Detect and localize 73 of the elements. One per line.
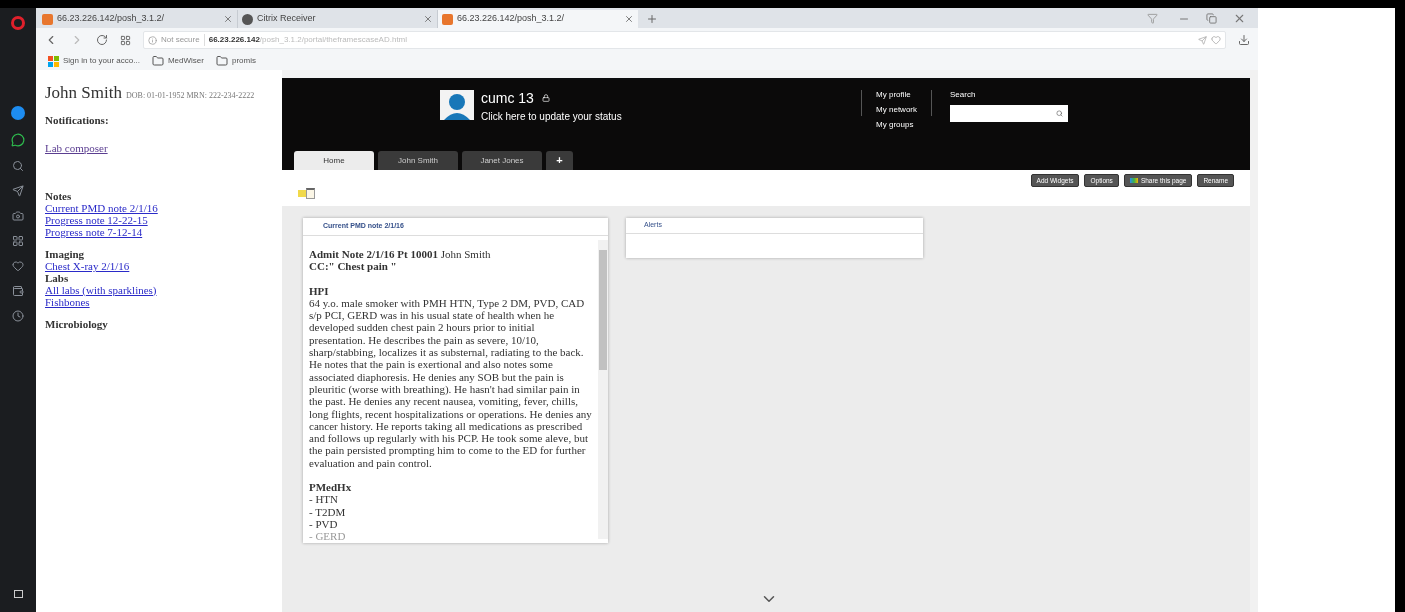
hpi-heading: HPI [309, 284, 330, 297]
windows-icon [48, 55, 59, 67]
download-icon[interactable] [1238, 34, 1250, 46]
tab-title: Citrix Receiver [257, 12, 317, 26]
record-link[interactable]: Current PMD note 2/1/16 [45, 202, 273, 214]
patient-details: DOB: 01-01-1952 MRN: 222-234-2222 [126, 90, 255, 102]
grid-icon[interactable] [120, 34, 131, 46]
admit-heading: Admit Note 2/1/16 Pt 10001 John Smith [309, 248, 492, 261]
avatar-placeholder-icon [440, 90, 474, 120]
share-icon [1129, 178, 1138, 183]
camera-icon[interactable] [12, 210, 24, 222]
search-label: Search [950, 90, 977, 99]
portal-tab[interactable]: John Smith [378, 151, 458, 170]
tab-title: 66.23.226.142/posh_3.1.2/ [457, 12, 566, 26]
history-item: - PVD [309, 517, 339, 531]
search-field[interactable] [950, 105, 1068, 122]
scrollbar[interactable] [598, 240, 608, 539]
portal-tab[interactable]: Home [294, 151, 374, 170]
folder-icon [215, 55, 228, 67]
calendar-icon[interactable] [306, 188, 315, 199]
heart-icon[interactable] [12, 260, 24, 272]
search-icon[interactable] [12, 160, 24, 172]
browser-tab[interactable]: 66.23.226.142/posh_3.1.2/ [438, 10, 638, 28]
folder-icon [151, 55, 164, 67]
history-item: - T2DM [309, 505, 347, 518]
section-heading: Notes [45, 190, 73, 202]
sidebar-toggle-icon[interactable] [13, 590, 23, 598]
notifications-heading: Notifications: [45, 112, 110, 128]
reload-icon[interactable] [96, 34, 108, 46]
user-name: cumc 13 [481, 90, 534, 106]
history-icon[interactable] [12, 310, 24, 322]
grid-icon[interactable] [12, 235, 24, 247]
lock-icon [541, 94, 550, 102]
close-icon[interactable] [624, 14, 634, 24]
site-icon [442, 13, 453, 25]
nav-link[interactable]: My groups [876, 117, 917, 132]
bookmark[interactable]: MedWiser [151, 55, 204, 67]
tab-title: 66.23.226.142/posh_3.1.2/ [57, 12, 166, 26]
bookmark[interactable]: Sign in to your acco... [48, 55, 140, 67]
record-link[interactable]: Progress note 12-22-15 [45, 214, 273, 226]
patient-name: John Smith [45, 82, 122, 104]
record-link[interactable]: Progress note 7-12-14 [45, 226, 273, 238]
nav-link[interactable]: My profile [876, 87, 917, 102]
portal-tab[interactable]: Janet Jones [462, 151, 542, 170]
add-tab-button[interactable]: + [546, 151, 573, 170]
site-icon [42, 13, 53, 25]
chief-complaint: CC:" Chest pain " [309, 260, 398, 273]
close-icon[interactable] [423, 14, 433, 24]
close-icon[interactable] [1233, 12, 1246, 25]
record-link[interactable]: Chest X-ray 2/1/16 [45, 260, 273, 272]
security-label: Not secure [161, 34, 205, 46]
hpi-paragraph: 64 y.o. male smoker with PMH HTN, Type 2 DM, PVD, CAD s/p PCI, GERD was in his usual state of health when he developed sudden chest pain 2 hours prior to initial presentation. He describes the pain as severe, 10/10, sharp/stabbing, localizes it as substernal, radiating to the back. He notes that the pain is exertional and also notes some associated diaphoresis. He denies any SOB but the pain is pleuritic (worse with breathing). He hasn't had similar pain in the past. He denies any recent nausea, vomiting, fever, chills, long flights, recent hospitalizations or operations. He denies any cancer history. He reports taking all medications as prescribed and follows up regularly with his PCP. He took some aleve, but the pain persisted prompting him to come to the ED for further evaluation and pain control. [309, 296, 592, 470]
info-icon [148, 35, 157, 45]
status-link[interactable]: Click here to update your status [481, 109, 622, 124]
new-tab-icon[interactable] [646, 13, 658, 25]
section-heading: Microbiology [45, 318, 109, 330]
section-heading: Labs [45, 272, 70, 284]
send-icon[interactable] [12, 185, 24, 197]
record-link[interactable]: Fishbones [45, 296, 273, 308]
globe-icon [242, 13, 253, 25]
pmh-heading: PMedHx [309, 481, 353, 494]
restore-icon[interactable] [1206, 13, 1217, 24]
history-item: - GERD [309, 530, 347, 543]
search-icon[interactable] [1056, 110, 1063, 117]
history-item: - HTN [309, 493, 340, 506]
notification-link[interactable]: Lab composer [45, 142, 273, 154]
chat-icon[interactable] [11, 133, 25, 147]
record-link[interactable]: All labs (with sparklines) [45, 284, 273, 296]
section-heading: Imaging [45, 248, 86, 260]
bookmark[interactable]: promis [215, 55, 256, 67]
wallet-icon[interactable] [12, 285, 24, 297]
close-icon[interactable] [223, 14, 233, 24]
nav-link[interactable]: My network [876, 102, 917, 117]
